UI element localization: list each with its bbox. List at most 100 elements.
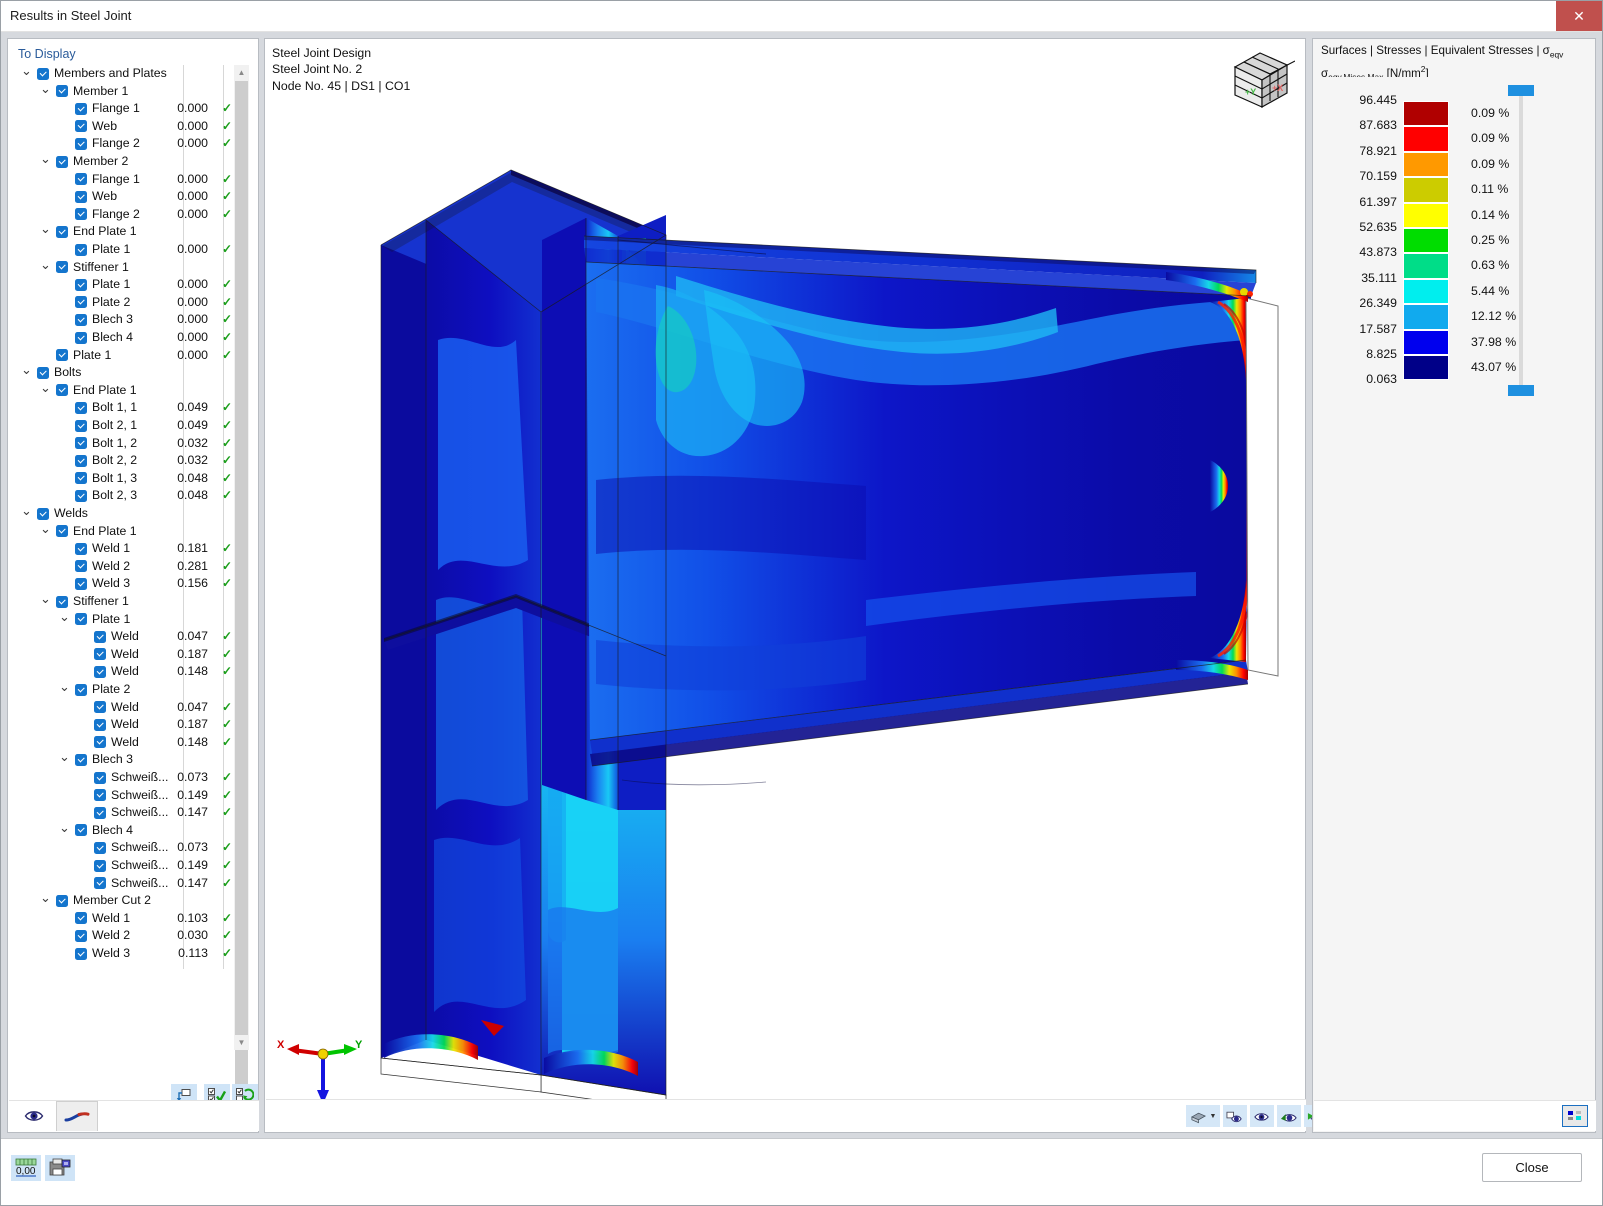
tree-item-checkbox[interactable]: [37, 366, 49, 379]
tree-item-checkbox[interactable]: [94, 630, 106, 643]
color-scale-icon[interactable]: [56, 1101, 98, 1131]
tree-row[interactable]: ⌄ Members and Plates: [18, 65, 250, 83]
tree-row[interactable]: ⌄ Member Cut 2: [18, 891, 250, 910]
tree-item-checkbox[interactable]: [75, 102, 87, 115]
tree-row[interactable]: Weld 1 0.103 ✓: [18, 910, 250, 928]
tree-row[interactable]: Weld 3 0.156 ✓: [18, 575, 250, 593]
tree-row[interactable]: Bolt 2, 2 0.032 ✓: [18, 452, 250, 470]
print-report-button[interactable]: [45, 1155, 75, 1181]
tree-item-checkbox[interactable]: [94, 736, 106, 749]
tree-row[interactable]: Weld 0.047 ✓: [18, 699, 250, 717]
tree-row[interactable]: ⌄ Stiffener 1: [18, 258, 250, 277]
pan-view-button[interactable]: [1277, 1105, 1301, 1127]
chevron-down-icon[interactable]: ⌄: [58, 750, 71, 766]
zoom-view-button[interactable]: [1250, 1105, 1274, 1127]
tree-item-checkbox[interactable]: [75, 313, 87, 326]
tree-row[interactable]: Weld 0.047 ✓: [18, 628, 250, 646]
tree-row[interactable]: Weld 0.148 ✓: [18, 663, 250, 681]
tree-row[interactable]: Weld 0.187 ✓: [18, 716, 250, 734]
tree-item-checkbox[interactable]: [75, 577, 87, 590]
tree-item-checkbox[interactable]: [75, 419, 87, 432]
tree-row[interactable]: Weld 2 0.281 ✓: [18, 558, 250, 576]
scroll-down-icon[interactable]: ▼: [234, 1035, 249, 1050]
tree-item-checkbox[interactable]: [56, 155, 68, 168]
tree-row[interactable]: Flange 1 0.000 ✓: [18, 171, 250, 189]
tree-item-checkbox[interactable]: [94, 771, 106, 784]
chevron-down-icon[interactable]: ⌄: [58, 821, 71, 837]
tree-item-checkbox[interactable]: [94, 701, 106, 714]
chevron-down-icon[interactable]: ⌄: [39, 222, 52, 238]
chevron-down-icon[interactable]: ⌄: [39, 522, 52, 538]
steel-joint-3d-canvas[interactable]: [266, 40, 1306, 1100]
tree-row[interactable]: Web 0.000 ✓: [18, 188, 250, 206]
tree-row[interactable]: Bolt 1, 3 0.048 ✓: [18, 470, 250, 488]
tree-row[interactable]: ⌄ Blech 4: [18, 821, 250, 840]
tree-row[interactable]: ⌄ End Plate 1: [18, 381, 250, 400]
tree-item-checkbox[interactable]: [56, 894, 68, 907]
tree-item-checkbox[interactable]: [75, 824, 87, 837]
tree-row[interactable]: Weld 2 0.030 ✓: [18, 927, 250, 945]
tree-row[interactable]: ⌄ End Plate 1: [18, 222, 250, 241]
tree-row[interactable]: ⌄ End Plate 1: [18, 522, 250, 541]
tree-item-checkbox[interactable]: [75, 137, 87, 150]
tree-row[interactable]: Schweiß... 0.073 ✓: [18, 839, 250, 857]
tree-item-checkbox[interactable]: [56, 525, 68, 538]
chevron-down-icon[interactable]: ⌄: [39, 82, 52, 98]
tree-item-checkbox[interactable]: [94, 841, 106, 854]
tree-item-checkbox[interactable]: [56, 595, 68, 608]
legend-swatch[interactable]: [1403, 304, 1449, 330]
tree-row[interactable]: Plate 1 0.000 ✓: [18, 347, 250, 365]
tree-item-checkbox[interactable]: [94, 665, 106, 678]
tree-row[interactable]: Bolt 1, 2 0.032 ✓: [18, 435, 250, 453]
chevron-down-icon[interactable]: ⌄: [39, 592, 52, 608]
navigation-cube[interactable]: +Y +X: [1225, 45, 1296, 117]
legend-swatch[interactable]: [1403, 228, 1449, 254]
chevron-down-icon[interactable]: ⌄: [39, 258, 52, 274]
tree-row[interactable]: Schweiß... 0.149 ✓: [18, 857, 250, 875]
chevron-down-icon[interactable]: ⌄: [20, 504, 33, 520]
tree-row[interactable]: Weld 1 0.181 ✓: [18, 540, 250, 558]
tree-item-checkbox[interactable]: [94, 718, 106, 731]
legend-swatch[interactable]: [1403, 151, 1449, 178]
tree-item-checkbox[interactable]: [56, 384, 68, 397]
tree-item-checkbox[interactable]: [94, 859, 106, 872]
tree-item-checkbox[interactable]: [75, 173, 87, 186]
tree-row[interactable]: Flange 2 0.000 ✓: [18, 135, 250, 153]
tree-item-checkbox[interactable]: [94, 806, 106, 819]
tree-row[interactable]: Schweiß... 0.147 ✓: [18, 804, 250, 822]
tree-item-checkbox[interactable]: [75, 296, 87, 309]
chevron-down-icon[interactable]: ⌄: [58, 680, 71, 696]
legend-range-slider-thumb-max[interactable]: [1508, 85, 1534, 96]
tree-item-checkbox[interactable]: [56, 349, 68, 362]
decimal-places-button[interactable]: 0,00: [11, 1155, 41, 1181]
tree-item-checkbox[interactable]: [56, 261, 68, 274]
tree-row[interactable]: ⌄ Bolts: [18, 363, 250, 382]
tree-row[interactable]: ⌄ Stiffener 1: [18, 592, 250, 611]
tree-row[interactable]: Flange 1 0.000 ✓: [18, 100, 250, 118]
render-mode-button[interactable]: ▼: [1186, 1105, 1220, 1127]
legend-range-slider-track[interactable]: [1519, 89, 1523, 393]
tree-row[interactable]: Weld 0.148 ✓: [18, 734, 250, 752]
tree-row[interactable]: ⌄ Plate 1: [18, 610, 250, 629]
legend-swatch[interactable]: [1403, 126, 1449, 152]
tree-item-checkbox[interactable]: [94, 877, 106, 890]
tree-item-checkbox[interactable]: [75, 912, 87, 925]
chevron-down-icon[interactable]: ⌄: [20, 363, 33, 379]
tree-row[interactable]: ⌄ Member 2: [18, 152, 250, 171]
chevron-down-icon[interactable]: ▼: [1210, 1113, 1217, 1120]
legend-settings-button[interactable]: [1562, 1105, 1588, 1127]
tree-item-checkbox[interactable]: [56, 85, 68, 98]
tree-row[interactable]: Flange 2 0.000 ✓: [18, 206, 250, 224]
tree-row[interactable]: Weld 0.187 ✓: [18, 646, 250, 664]
tree-item-checkbox[interactable]: [75, 472, 87, 485]
scrollbar-thumb[interactable]: [235, 81, 248, 1120]
tree-row[interactable]: Schweiß... 0.149 ✓: [18, 787, 250, 805]
results-tree-scroll-area[interactable]: ⌄ Members and Plates ⌄ Member 1 Flange 1 0.00…: [18, 65, 250, 1050]
tree-item-checkbox[interactable]: [37, 67, 49, 80]
tree-row[interactable]: ⌄ Plate 2: [18, 680, 250, 699]
tree-item-checkbox[interactable]: [75, 929, 87, 942]
legend-swatch[interactable]: [1403, 202, 1449, 228]
legend-swatch[interactable]: [1403, 253, 1449, 279]
tree-item-checkbox[interactable]: [75, 437, 87, 450]
legend-swatch[interactable]: [1403, 101, 1449, 127]
